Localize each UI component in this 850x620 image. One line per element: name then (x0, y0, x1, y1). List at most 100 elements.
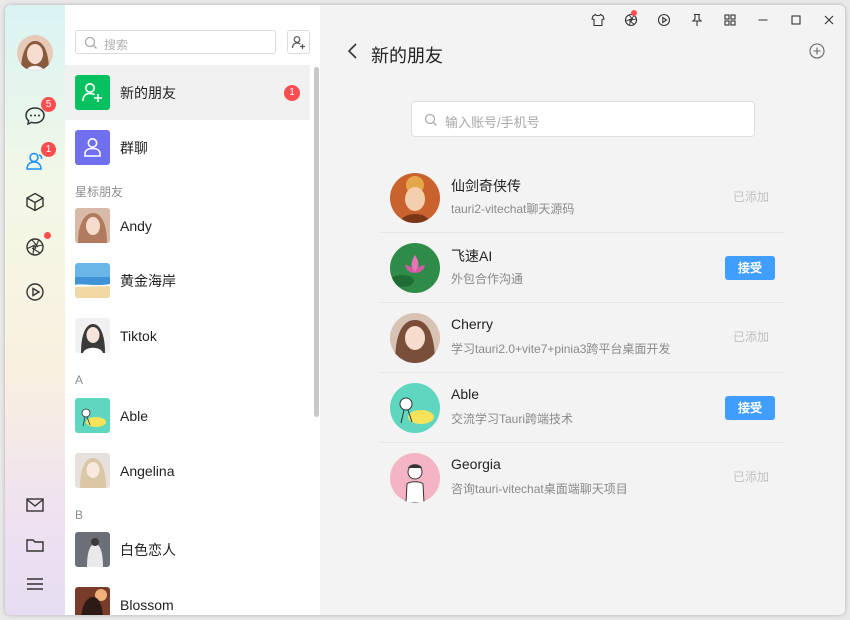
folder-icon (26, 539, 44, 552)
request-avatar (390, 313, 440, 363)
page-title: 新的朋友 (371, 46, 443, 66)
request-name: 飞速AI (451, 248, 493, 264)
account-search-placeholder: 输入账号/手机号 (445, 115, 540, 130)
plus-circle-icon (809, 43, 825, 59)
maximize-button[interactable] (779, 10, 812, 30)
contact-avatar (75, 263, 110, 298)
my-avatar[interactable] (17, 35, 53, 71)
request-name: 仙剑奇侠传 (451, 178, 521, 194)
group-icon (84, 138, 101, 157)
contact-name: Able (120, 407, 149, 424)
request-avatar (390, 173, 440, 223)
box-nav[interactable] (22, 189, 48, 215)
request-avatar (390, 243, 440, 293)
grid-icon (723, 14, 736, 26)
added-status: 已添加 (732, 330, 769, 344)
search-icon (424, 113, 437, 126)
cube-icon (26, 192, 44, 212)
layout-button[interactable] (713, 10, 746, 30)
new-friends-count: 1 (284, 84, 300, 101)
group-chat-item[interactable]: 群聊 (65, 120, 310, 175)
new-friends-panel: 新的朋友 输入账号/手机号 仙剑奇侠传 tauri2-vitechat聊天源码 … (320, 5, 845, 615)
moments-dot (631, 10, 637, 16)
close-icon (824, 15, 833, 25)
contact-name: Tiktok (120, 327, 157, 344)
search-icon (84, 36, 97, 49)
contact-name: Blossom (120, 596, 174, 613)
added-status: 已添加 (732, 470, 769, 484)
request-message: 咨询tauri-vitechat桌面端聊天项目 (451, 482, 628, 496)
friend-request: Georgia 咨询tauri-vitechat桌面端聊天项目 已添加 (380, 443, 784, 513)
nav-rail: 5 1 (5, 5, 65, 615)
moments-dot (44, 232, 51, 239)
add-user-icon (291, 35, 305, 49)
friend-request: 仙剑奇侠传 tauri2-vitechat聊天源码 已添加 (380, 163, 784, 233)
section-a: A (75, 373, 84, 387)
contact-avatar (75, 318, 110, 353)
contact-search-input[interactable]: 搜索 (75, 30, 276, 54)
added-status: 已添加 (732, 190, 769, 204)
contact-avatar (75, 398, 110, 433)
aperture-icon (26, 238, 44, 256)
contact-name: 白色恋人 (120, 541, 176, 558)
group-chat-avatar (75, 130, 110, 165)
contact-item[interactable]: Andy (65, 198, 310, 253)
contact-search-placeholder: 搜索 (104, 38, 129, 52)
request-message: 交流学习Tauri跨端技术 (451, 412, 574, 426)
contact-name: Angelina (120, 462, 175, 479)
request-message: tauri2-vitechat聊天源码 (451, 202, 575, 216)
request-avatar (390, 383, 440, 433)
contact-avatar (75, 208, 110, 243)
video-button[interactable] (647, 10, 680, 30)
moments-nav[interactable] (22, 232, 51, 260)
accept-button[interactable]: 接受 (725, 396, 775, 420)
contact-item[interactable]: Blossom (65, 577, 310, 615)
contact-item[interactable]: 白色恋人 (65, 522, 310, 577)
contact-avatar (75, 532, 110, 567)
contact-avatar (75, 587, 110, 615)
contact-item[interactable]: 黄金海岸 (65, 253, 310, 308)
accept-button[interactable]: 接受 (725, 256, 775, 280)
mail-nav[interactable] (22, 492, 48, 518)
request-name: Georgia (451, 456, 501, 472)
minimize-button[interactable] (746, 10, 779, 30)
moments-button[interactable] (614, 10, 647, 30)
add-contact-button[interactable] (287, 30, 310, 54)
account-search-input[interactable]: 输入账号/手机号 (411, 101, 755, 137)
contact-name: 黄金海岸 (120, 272, 176, 289)
new-friends-avatar (75, 75, 110, 110)
chevron-left-icon (347, 43, 357, 59)
new-friends-item[interactable]: 新的朋友 1 (65, 65, 310, 120)
list-scrollbar[interactable] (314, 67, 319, 417)
request-message: 外包合作沟通 (451, 272, 524, 286)
contact-list-panel: 搜索 新的朋友 1 群聊 星标朋友 Andy 黄金海岸 Tiktok A Abl… (65, 5, 320, 615)
contact-item[interactable]: Angelina (65, 443, 310, 498)
contact-avatar (75, 453, 110, 488)
list-search-row: 搜索 (75, 30, 310, 54)
back-button[interactable] (345, 41, 361, 66)
video-nav[interactable] (22, 279, 48, 305)
mail-icon (26, 498, 44, 512)
request-name: Cherry (451, 316, 494, 332)
add-button[interactable] (809, 43, 825, 64)
pin-icon (691, 13, 702, 26)
request-name: Able (451, 386, 480, 402)
section-b: B (75, 508, 84, 522)
close-button[interactable] (812, 10, 845, 30)
friend-request: 飞速AI 外包合作沟通 接受 (380, 233, 784, 303)
group-chat-label: 群聊 (120, 139, 148, 156)
contact-item[interactable]: Able (65, 388, 310, 443)
menu-nav[interactable] (22, 571, 48, 597)
friend-request: Cherry 学习tauri2.0+vite7+pinia3跨平台桌面开发 已添… (380, 303, 784, 373)
chat-unread-badge: 5 (41, 97, 56, 112)
contact-name: Andy (120, 217, 152, 234)
request-message: 学习tauri2.0+vite7+pinia3跨平台桌面开发 (451, 342, 671, 356)
skin-button[interactable] (581, 10, 614, 30)
chat-nav[interactable]: 5 (22, 97, 56, 129)
contact-item[interactable]: Tiktok (65, 308, 310, 363)
pin-button[interactable] (680, 10, 713, 30)
folder-nav[interactable] (22, 532, 48, 558)
contacts-badge: 1 (41, 142, 56, 157)
contacts-nav[interactable]: 1 (22, 142, 56, 174)
title-bar-controls (581, 10, 845, 30)
